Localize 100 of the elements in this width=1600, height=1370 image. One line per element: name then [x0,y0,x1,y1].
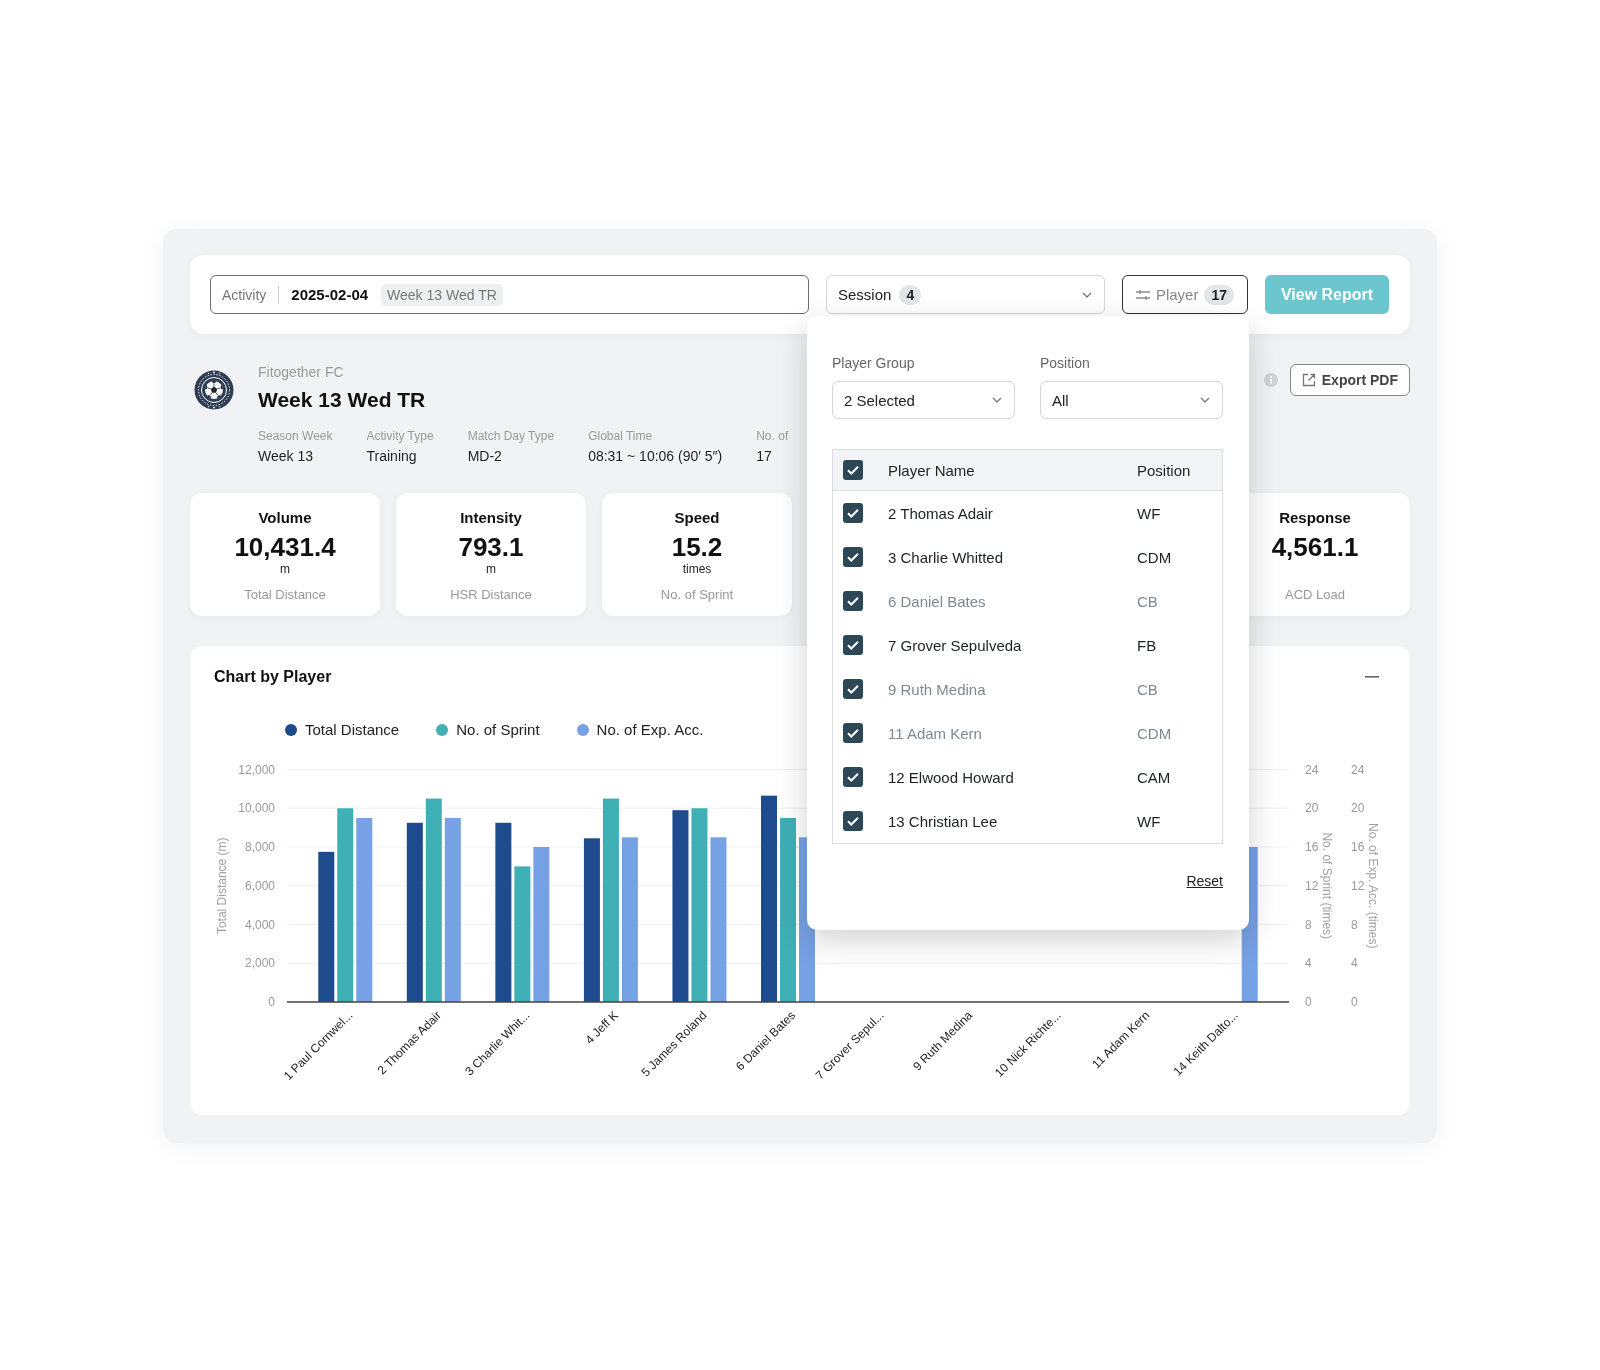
chart-title: Chart by Player [214,667,332,687]
axis-tick-label: 2,000 [244,956,275,971]
player-position: FB [1137,636,1157,654]
detail-label: Activity Type [366,428,434,444]
detail-value: 17 [756,447,773,465]
axis-tick-label: 16 [1351,840,1365,854]
detail-value: Training [366,447,418,465]
kpi-label: HSR Distance [450,587,532,603]
axis-tick-label: 8 [1351,917,1358,932]
chevron-down-icon [1082,291,1092,298]
kpi-title: Response [1279,508,1351,528]
detail-label: Global Time [588,428,654,444]
checkbox[interactable] [843,723,863,743]
detail-label: No. of [756,428,789,444]
detail-label: Season Week [258,428,333,444]
activity-tag: Week 13 Wed TR [381,283,503,306]
player-name: 11 Adam Kern [888,724,982,742]
checkbox[interactable] [843,460,863,480]
axis-tick-label: 4 [1351,956,1358,971]
club-name: Fitogether FC [258,364,344,380]
checkbox[interactable] [843,811,863,831]
checkbox[interactable] [843,503,863,523]
checkbox[interactable] [843,635,863,655]
player-position: CDM [1137,548,1172,566]
axis-tick-label: 24 [1351,762,1365,777]
axis-tick-label: 10,000 [238,801,275,816]
axis-tick-label: 0 [1305,995,1312,1009]
kpi-unit: m [280,562,290,576]
player-position: CB [1137,680,1158,698]
date-value: 2025-02-04 [291,286,369,303]
axis-tick-label: 12,000 [238,762,275,777]
axis-tick-label: 20 [1351,801,1365,816]
legend-label: No. of Exp. Acc. [596,720,704,740]
kpi-title: Speed [674,508,720,528]
player-name: 12 Elwood Howard [888,768,1014,786]
external-link-icon [1301,373,1316,387]
player-name: 6 Daniel Bates [888,592,986,610]
checkbox[interactable] [843,679,863,699]
count-badge: 4 [899,284,922,305]
axis-tick-label: 24 [1305,762,1319,777]
chevron-down-icon [992,397,1002,403]
axis-tick-label: 0 [268,995,275,1009]
column-header: Player Name [888,461,975,479]
kpi-value: 15.2 [671,532,723,562]
detail-value: Week 13 [258,447,314,465]
kpi-unit: m [486,562,496,576]
checkbox[interactable] [843,547,863,567]
position-select[interactable]: All [1040,381,1223,419]
axis-tick-label: 12 [1305,878,1319,893]
kpi-value: 4,561.1 [1271,532,1359,562]
player-name: 7 Grover Sepulveda [888,636,1022,654]
player-name: 9 Ruth Medina [888,680,986,698]
column-header: Position [1137,461,1191,479]
player-position: CB [1137,592,1158,610]
axis-tick-label: 20 [1305,801,1319,816]
player-position: WF [1137,504,1161,522]
axis-tick-label: 8,000 [244,840,275,854]
axis-tick-label: 0 [1351,995,1358,1009]
activity-title: Week 13 Wed TR [258,387,426,413]
session-select[interactable]: Session 4 [826,275,1105,314]
kpi-value: 793.1 [458,532,524,562]
axis-title: Total Distance (m) [215,837,229,935]
reset-link[interactable]: Reset [1186,873,1223,889]
kpi-label: No. of Sprint [660,587,734,603]
category-label: 4 Jeff K [582,1008,622,1047]
detail-value: 08:31 ~ 10:06 (90′ 5″) [588,447,723,465]
axis-tick-label: 12 [1351,878,1365,893]
kpi-label: ACD Load [1285,587,1345,603]
player-filter-button[interactable]: Player 17 [1122,275,1248,314]
legend-label: Total Distance [305,720,400,740]
soccer-ball-emblem-icon [194,370,234,410]
checkbox[interactable] [843,767,863,787]
axis-tick-label: 4,000 [244,917,275,932]
kpi-title: Intensity [460,508,522,528]
detail-value: MD-2 [467,447,503,465]
axis-tick-label: 8 [1305,917,1312,932]
legend-label: No. of Sprint [456,720,540,740]
axis-tick-label: 4 [1305,956,1312,971]
player-group-select[interactable]: 2 Selected [832,381,1015,419]
axis-tick-label: 16 [1305,840,1319,854]
player-position: WF [1137,812,1161,830]
player-position: CDM [1137,724,1172,742]
kpi-title: Volume [258,508,312,528]
kpi-value: 10,431.4 [234,532,336,562]
player-name: 3 Charlie Whitted [888,548,1004,566]
axis-title: No. of Sprint (times) [1320,832,1334,940]
count-badge: 17 [1204,284,1235,305]
sliders-icon [1135,288,1150,301]
export-pdf-button[interactable]: Export PDF [1289,364,1410,396]
chevron-down-icon [1200,397,1210,403]
activity-field[interactable]: Activity 2025-02-04 Week 13 Wed TR [210,275,809,314]
kpi-label: Total Distance [244,587,326,603]
player-name: 2 Thomas Adair [888,504,993,522]
player-name: 13 Christian Lee [888,812,998,830]
axis-tick-label: 6,000 [244,878,275,893]
checkbox[interactable] [843,591,863,611]
detail-label: Match Day Type [467,428,555,444]
player-position: CAM [1137,768,1171,786]
axis-title: No. of Exp. Acc. (times) [1366,823,1380,949]
kpi-unit: times [682,562,712,576]
